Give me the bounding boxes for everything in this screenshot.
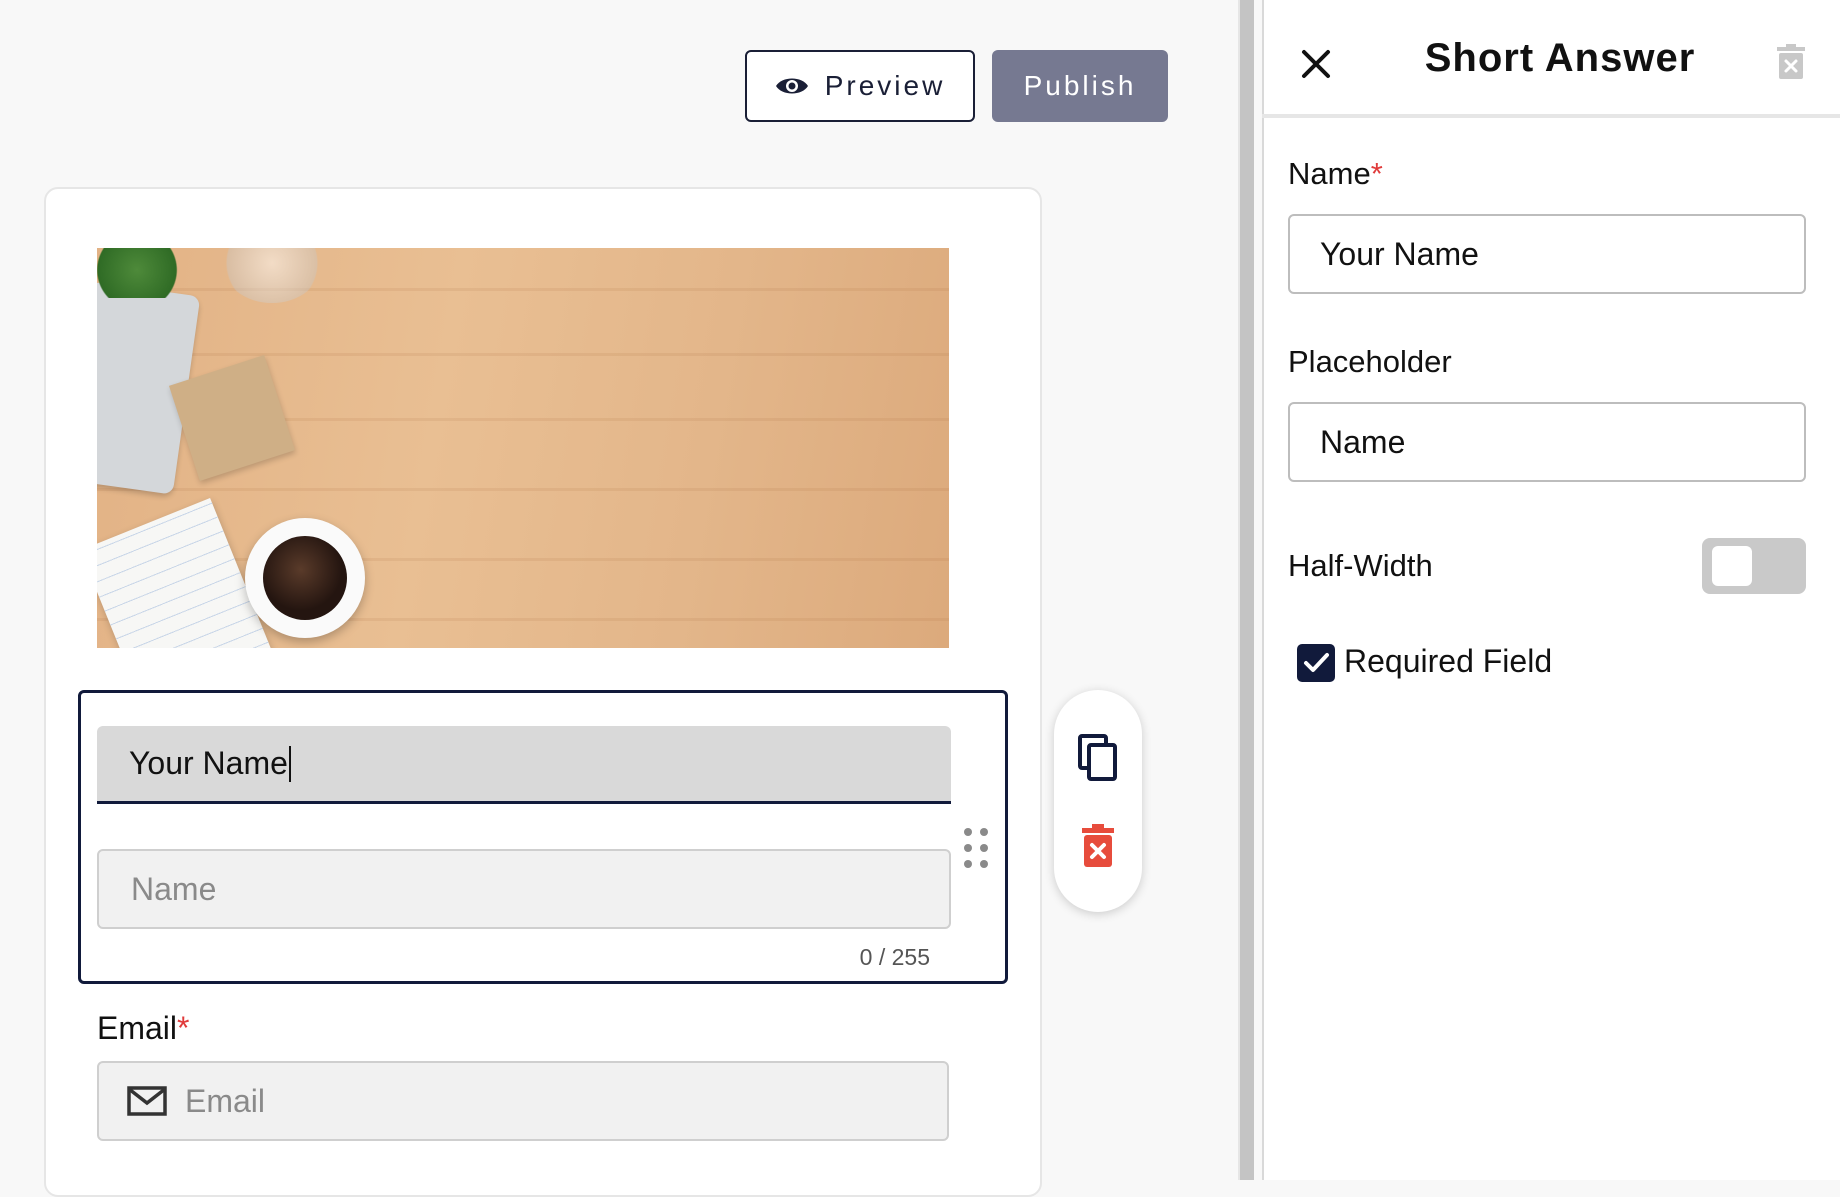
required-asterisk: *	[1370, 156, 1383, 191]
eye-icon	[775, 78, 808, 94]
drag-dot	[964, 828, 972, 836]
pencil-cup-illustration	[222, 248, 322, 303]
email-placeholder: Email	[185, 1082, 266, 1119]
email-label: Email*	[97, 1010, 189, 1047]
text-caret	[288, 745, 291, 782]
placeholder-setting-input[interactable]: Name	[1288, 402, 1806, 482]
wood-grain	[97, 288, 949, 291]
panel-header-divider	[1262, 114, 1840, 118]
drag-dot	[980, 844, 988, 852]
name-setting-value: Your Name	[1320, 235, 1479, 272]
mail-icon	[127, 1086, 167, 1116]
name-setting-input[interactable]: Your Name	[1288, 214, 1806, 294]
name-setting-label: Name*	[1288, 156, 1383, 192]
placeholder-setting-label: Placeholder	[1288, 344, 1452, 379]
field-label-input[interactable]: Your Name	[97, 726, 951, 804]
wood-grain	[97, 353, 949, 356]
field-preview-input[interactable]: Name	[97, 849, 951, 929]
preview-button[interactable]: Preview	[745, 50, 975, 122]
half-width-toggle[interactable]	[1702, 538, 1806, 594]
header-image[interactable]	[97, 248, 949, 648]
panel-title: Short Answer	[1424, 36, 1696, 80]
plant-illustration	[97, 248, 187, 298]
toggle-knob	[1712, 546, 1752, 586]
wood-grain	[97, 488, 949, 491]
copy-icon[interactable]	[1078, 734, 1118, 782]
panel-resize-handle[interactable]	[1238, 0, 1254, 1180]
field-preview-placeholder: Name	[131, 870, 217, 907]
email-input[interactable]: Email	[97, 1061, 949, 1141]
checkmark-icon	[1304, 653, 1329, 672]
email-label-text: Email	[97, 1010, 178, 1046]
drag-dot	[964, 844, 972, 852]
character-counter: 0 / 255	[859, 944, 930, 970]
placeholder-setting-value: Name	[1320, 423, 1406, 460]
half-width-label: Half-Width	[1288, 548, 1433, 583]
drag-dot	[980, 828, 988, 836]
publish-button-label: Publish	[1023, 70, 1137, 101]
required-field-checkbox[interactable]	[1297, 644, 1335, 682]
field-actions-toolbar	[1054, 690, 1142, 912]
close-icon[interactable]	[1296, 44, 1336, 84]
field-label-value: Your Name	[129, 745, 288, 781]
trash-icon[interactable]	[1080, 824, 1116, 868]
drag-handle-icon[interactable]	[962, 826, 992, 872]
drag-dot	[964, 860, 972, 868]
publish-button[interactable]: Publish	[992, 50, 1168, 122]
coffee-illustration	[263, 536, 347, 620]
name-setting-label-text: Name	[1288, 156, 1371, 191]
required-asterisk: *	[177, 1010, 190, 1046]
required-field-label: Required Field	[1344, 643, 1553, 679]
drag-dot	[980, 860, 988, 868]
trash-icon[interactable]	[1776, 44, 1806, 80]
preview-button-label: Preview	[824, 70, 946, 101]
